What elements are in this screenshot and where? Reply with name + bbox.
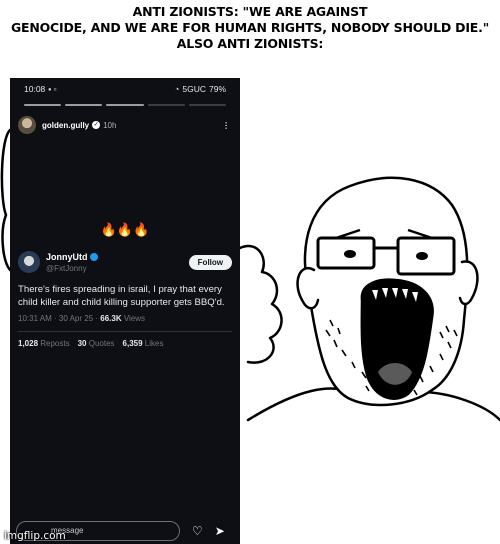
eye-left bbox=[344, 250, 356, 258]
status-time: 10:08 bbox=[24, 84, 46, 94]
heart-icon[interactable]: ♡ bbox=[192, 524, 203, 538]
tweet-meta: 10:31 AM · 30 Apr 25 · 66.3K Views bbox=[18, 314, 232, 323]
soyjak-ear-right bbox=[458, 260, 479, 306]
status-bar: 10:08 ▪ ▫ ◔ 5GUC 79% bbox=[10, 78, 240, 100]
follow-button[interactable]: Follow bbox=[188, 254, 232, 270]
cellular-icon: ▪ ▫ bbox=[48, 84, 57, 94]
tweet-reposts[interactable]: 1,028 Reposts bbox=[18, 339, 70, 348]
status-network: 5GUC bbox=[182, 84, 206, 94]
tweet-likes-label: Likes bbox=[142, 339, 164, 348]
story-progress bbox=[24, 104, 227, 106]
fire-emojis: 🔥🔥🔥 bbox=[100, 222, 150, 237]
send-icon[interactable]: ➤ bbox=[215, 524, 225, 538]
tweet-quotes-count: 30 bbox=[77, 339, 87, 348]
tweet-likes-count: 6,359 bbox=[122, 339, 143, 348]
status-battery: 79% bbox=[208, 84, 226, 94]
avatar[interactable] bbox=[18, 116, 36, 134]
tweet-avatar[interactable] bbox=[18, 251, 40, 273]
tweet-likes[interactable]: 6,359 Likes bbox=[123, 339, 164, 348]
right-hand-fingers bbox=[238, 244, 283, 364]
tweet-author-handle: @FxtJonny bbox=[46, 264, 87, 273]
story-username[interactable]: golden.gully bbox=[42, 121, 89, 130]
tweet-views-count: 66.3K bbox=[100, 314, 122, 323]
tweet-card: JonnyUtd @FxtJonny Follow There's fires … bbox=[18, 250, 232, 348]
tweet-reposts-label: Reposts bbox=[38, 339, 70, 348]
tweet-timestamp: 10:31 AM · 30 Apr 25 · bbox=[18, 314, 101, 323]
story-header: golden.gully ✓ 10h ··· bbox=[10, 106, 240, 134]
left-hand-fingers bbox=[0, 128, 12, 272]
more-icon[interactable]: ··· bbox=[220, 121, 232, 129]
verified-icon bbox=[89, 253, 98, 261]
story-time: 10h bbox=[103, 120, 117, 130]
tweet-quotes[interactable]: 30 Quotes bbox=[78, 339, 115, 348]
eye-right bbox=[416, 252, 428, 260]
tweet-reposts-count: 1,028 bbox=[18, 339, 39, 348]
watermark: imgflip.com bbox=[4, 530, 66, 542]
tweet-text: There's fires spreading in israil, I pra… bbox=[18, 284, 225, 308]
divider bbox=[18, 331, 232, 332]
verified-icon: ✓ bbox=[92, 121, 101, 129]
tweet-stats: 1,028 Reposts 30 Quotes 6,359 Likes bbox=[18, 339, 232, 348]
tweet-views-label: Views bbox=[121, 314, 146, 323]
phone-screenshot: 10:08 ▪ ▫ ◔ 5GUC 79% golden.gully ✓ 10h … bbox=[10, 78, 240, 544]
tweet-author-name[interactable]: JonnyUtd bbox=[46, 252, 88, 262]
tweet-quotes-label: Quotes bbox=[86, 339, 115, 348]
wifi-icon: ◔ bbox=[174, 84, 180, 94]
